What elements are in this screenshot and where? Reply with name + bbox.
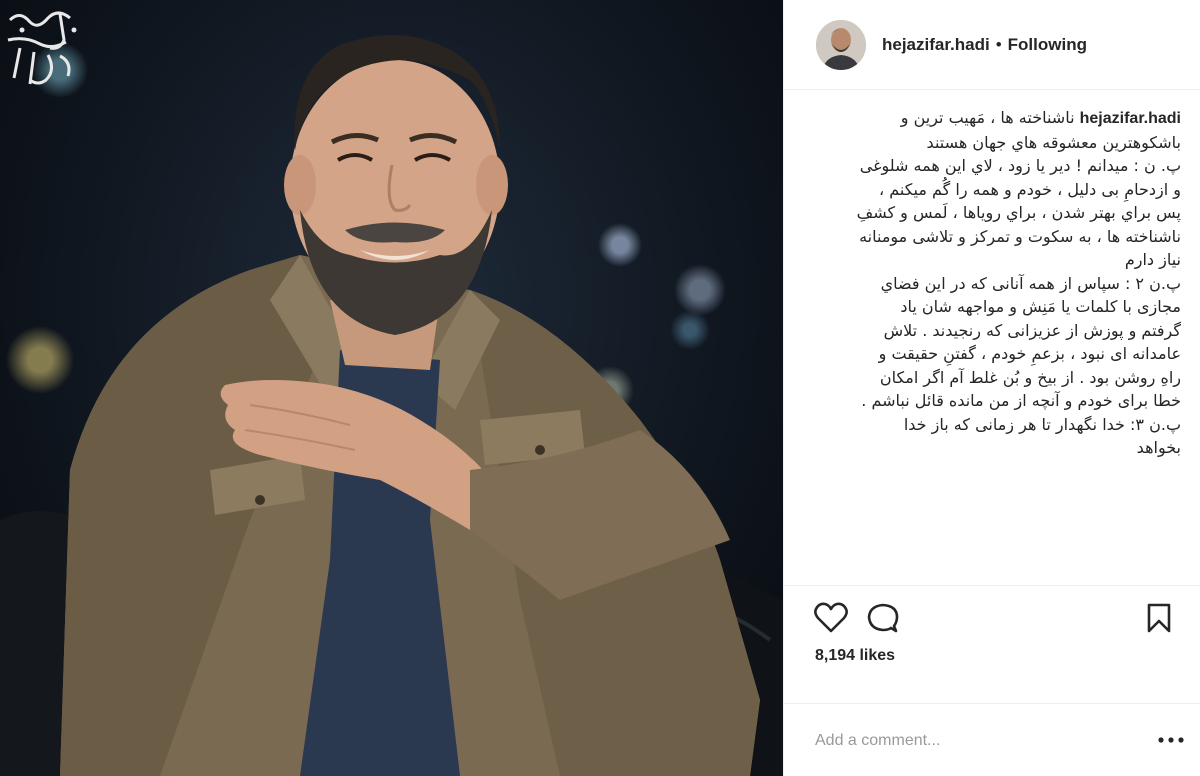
caption-line: پس براي بهتر شدن ، براي رویاها ، لَمس و …	[856, 203, 1181, 222]
more-options-icon[interactable]	[1156, 728, 1186, 752]
post-header: hejazifar.hadi • Following	[784, 0, 1200, 90]
likes-count[interactable]: 8,194 likes	[815, 647, 895, 665]
comment-bar	[784, 703, 1200, 776]
caption-line: hejazifar.hadi ناشناخته ها ، مَهیب ترین …	[814, 106, 1181, 131]
author-info: hejazifar.hadi • Following	[882, 35, 1087, 55]
post-side-panel: hejazifar.hadi • Following hejazifar.had…	[783, 0, 1200, 776]
caption-line: ناشناخته ها ، به سکوت و تمرکز و تلاشی مو…	[859, 226, 1181, 246]
post-actions	[784, 585, 1200, 646]
caption-text: ناشناخته ها ، مَهیب ترین و	[900, 108, 1075, 127]
caption-line: باشکوهترین معشوقه هاي جهان هستند	[926, 132, 1181, 152]
caption-line: نیاز دارم	[1124, 250, 1181, 269]
caption-line: پ.ن ۳: خدا نگهدار تا هر زمانی که باز خدا	[903, 414, 1181, 434]
header-separator: •	[995, 34, 1002, 54]
caption-line: بخواهد	[1136, 438, 1181, 457]
caption-line: پ. ن : میدانم ! دیر یا زود ، لاي این همه…	[859, 156, 1181, 175]
following-button[interactable]: Following	[1008, 35, 1087, 55]
author-avatar[interactable]	[816, 19, 866, 70]
avatar-image	[816, 19, 866, 70]
heart-icon[interactable]	[814, 602, 848, 634]
watermark-logo	[7, 11, 77, 85]
author-username-link[interactable]: hejazifar.hadi	[882, 35, 990, 55]
caption-line: عامدانه ای نبود ، بزعمِ خودم ، گفتنِ حقی…	[878, 344, 1181, 363]
bookmark-icon[interactable]	[1146, 602, 1172, 634]
caption-line: و ازدحامِ بی دلیل ، خودم و همه را گُم می…	[878, 179, 1181, 199]
post-photo-illustration	[0, 35, 783, 776]
caption-username-link[interactable]: hejazifar.hadi	[1080, 110, 1181, 127]
caption-line: گرفتم و پوزش از عزیزانی که رنجیدند . تلا…	[883, 320, 1181, 340]
caption-line: راهِ روشن بود . از بیخ و بُن غلط آم اگر …	[879, 367, 1181, 387]
instagram-post: hejazifar.hadi • Following hejazifar.had…	[0, 0, 1200, 776]
caption-line: پ.ن ۲ : سپاس از همه آنانی که در این فضاي	[880, 273, 1181, 293]
comment-icon[interactable]	[867, 602, 899, 634]
caption-line: مجازی با کلمات یا مَنِش و مواجهه شان یاد	[900, 297, 1181, 316]
caption-line: خطا برای خودم و آنچه از من مانده قائل نب…	[861, 391, 1181, 410]
post-caption: hejazifar.hadi ناشناخته ها ، مَهیب ترین …	[814, 106, 1181, 596]
comment-input[interactable]	[815, 730, 1135, 752]
post-photo[interactable]	[0, 0, 783, 776]
